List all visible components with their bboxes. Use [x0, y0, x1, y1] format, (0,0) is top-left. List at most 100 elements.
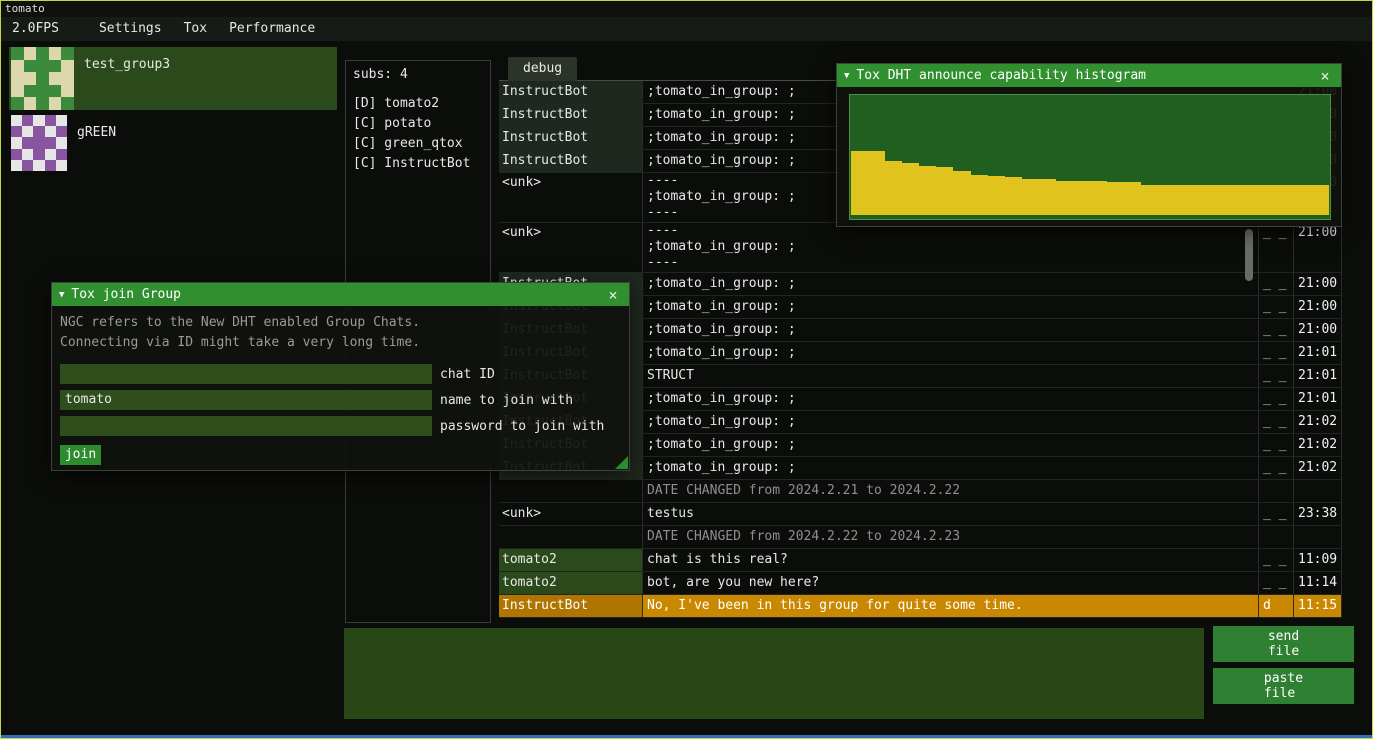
- histogram-bar: [1005, 177, 1022, 215]
- menu-item-performance[interactable]: Performance: [218, 17, 326, 41]
- histogram-bar: [1039, 179, 1056, 215]
- join-input-name-to-join-with[interactable]: tomato: [60, 390, 432, 410]
- histogram-bar: [1107, 182, 1124, 215]
- collapse-icon[interactable]: ▼: [844, 71, 849, 81]
- menu-item-settings[interactable]: Settings: [88, 17, 173, 41]
- contact-name: gREEN: [77, 115, 116, 172]
- menu-item-tox[interactable]: Tox: [173, 17, 218, 41]
- join-input-password-to-join-with[interactable]: [60, 416, 432, 436]
- histogram-bar: [1056, 181, 1073, 216]
- message-cell: STRUCT: [642, 365, 1258, 387]
- dht-histogram-title: Tox DHT announce capability histogram: [856, 68, 1146, 83]
- window-titlebar[interactable]: tomato: [1, 1, 1372, 17]
- flags-cell: _ _: [1258, 434, 1293, 456]
- subs-list: [D] tomato2[C] potato[C] green_qtox[C] I…: [353, 94, 490, 174]
- join-group-window: ▼ Tox join Group × NGC refers to the New…: [51, 282, 630, 471]
- message-row[interactable]: <unk>testus_ _23:38: [499, 503, 1342, 526]
- group-avatar: [11, 47, 74, 110]
- message-cell: testus: [642, 503, 1258, 525]
- contact-test-group3[interactable]: test_group3: [9, 47, 337, 110]
- message-cell: ;tomato_in_group: ;: [642, 342, 1258, 364]
- sender-cell: <unk>: [499, 503, 642, 525]
- message-cell: ;tomato_in_group: ;: [642, 296, 1258, 318]
- flags-cell: _ _: [1258, 411, 1293, 433]
- histogram-bar: [1158, 185, 1175, 215]
- histogram-bar: [988, 176, 1005, 215]
- message-row[interactable]: tomato2chat is this real?_ _11:09: [499, 549, 1342, 572]
- message-cell: ---- ;tomato_in_group: ; ----: [642, 223, 1258, 272]
- flags-cell: _ _: [1258, 365, 1293, 387]
- resize-grip-icon[interactable]: [615, 456, 628, 469]
- histogram-bar: [1210, 185, 1227, 215]
- message-row[interactable]: tomato2bot, are you new here?_ _11:14: [499, 572, 1342, 595]
- histogram-bar: [1193, 185, 1210, 215]
- message-cell: chat is this real?: [642, 549, 1258, 571]
- date-changed-text: DATE CHANGED from 2024.2.21 to 2024.2.22: [642, 480, 1258, 502]
- time-cell: 21:02: [1293, 434, 1341, 456]
- sender-cell: <unk>: [499, 223, 642, 272]
- message-cell: ;tomato_in_group: ;: [642, 388, 1258, 410]
- flags-cell: _ _: [1258, 549, 1293, 571]
- menubar: 2.0FPS SettingsToxPerformance: [1, 17, 1372, 41]
- subs-list-item[interactable]: [D] tomato2: [353, 94, 490, 114]
- histogram-bar: [953, 171, 970, 215]
- sender-cell: [499, 526, 642, 548]
- message-row[interactable]: <unk>---- ;tomato_in_group: ; ----_ _21:…: [499, 223, 1342, 273]
- time-cell: 21:02: [1293, 411, 1341, 433]
- sender-cell: InstructBot: [499, 127, 642, 149]
- join-field-label: password to join with: [440, 419, 604, 434]
- join-field-row: password to join with: [60, 416, 621, 436]
- paste-file-button[interactable]: paste file: [1213, 668, 1354, 704]
- time-cell: 23:38: [1293, 503, 1341, 525]
- join-field-row: tomatoname to join with: [60, 390, 621, 410]
- close-icon[interactable]: ×: [604, 286, 622, 304]
- time-cell: 11:15: [1293, 595, 1341, 617]
- join-input-chat-id[interactable]: [60, 364, 432, 384]
- message-row[interactable]: InstructBotNo, I've been in this group f…: [499, 595, 1342, 618]
- time-cell: 21:00: [1293, 296, 1341, 318]
- collapse-icon[interactable]: ▼: [59, 290, 64, 300]
- close-icon[interactable]: ×: [1316, 67, 1334, 85]
- group-avatar: [11, 115, 67, 171]
- contact-name: test_group3: [84, 47, 170, 110]
- join-group-titlebar[interactable]: ▼ Tox join Group ×: [52, 283, 629, 306]
- message-cell: ;tomato_in_group: ;: [642, 273, 1258, 295]
- histogram-plot[interactable]: [849, 94, 1331, 220]
- flags-cell: _ _: [1258, 223, 1293, 272]
- time-cell: 21:00: [1293, 223, 1341, 272]
- histogram-bar: [885, 161, 902, 215]
- menu-item-2-0fps[interactable]: 2.0FPS: [1, 17, 70, 41]
- join-group-body: NGC refers to the New DHT enabled Group …: [52, 306, 629, 472]
- subs-list-item[interactable]: [C] green_qtox: [353, 134, 490, 154]
- time-cell: [1293, 526, 1341, 548]
- window-title: tomato: [5, 2, 45, 15]
- sender-cell: [499, 480, 642, 502]
- send-file-button[interactable]: send file: [1213, 626, 1354, 662]
- flags-cell: [1258, 526, 1293, 548]
- join-button[interactable]: join: [60, 445, 101, 465]
- join-field-label: chat ID: [440, 367, 495, 382]
- histogram-bar: [1244, 185, 1261, 215]
- subs-list-item[interactable]: [C] potato: [353, 114, 490, 134]
- time-cell: 21:00: [1293, 273, 1341, 295]
- sender-cell: InstructBot: [499, 81, 642, 103]
- sender-cell: InstructBot: [499, 595, 642, 617]
- subs-list-item[interactable]: [C] InstructBot: [353, 154, 490, 174]
- chat-scrollbar[interactable]: [1245, 229, 1253, 281]
- message-cell: ;tomato_in_group: ;: [642, 457, 1258, 479]
- time-cell: 21:01: [1293, 342, 1341, 364]
- tab-debug[interactable]: debug: [508, 57, 577, 81]
- histogram-bar: [1295, 185, 1312, 215]
- histogram-bar: [971, 175, 988, 215]
- histogram-bar: [1022, 179, 1039, 215]
- join-info-line1: NGC refers to the New DHT enabled Group …: [60, 313, 621, 333]
- dht-histogram-titlebar[interactable]: ▼ Tox DHT announce capability histogram …: [837, 64, 1341, 87]
- histogram-bars: [851, 96, 1329, 215]
- sender-cell: InstructBot: [499, 104, 642, 126]
- contact-green[interactable]: gREEN: [9, 115, 337, 172]
- bottom-edge-strip: [1, 735, 1372, 738]
- message-input[interactable]: [344, 628, 1204, 719]
- histogram-bar: [902, 163, 919, 215]
- join-field-row: chat ID: [60, 364, 621, 384]
- time-cell: 21:02: [1293, 457, 1341, 479]
